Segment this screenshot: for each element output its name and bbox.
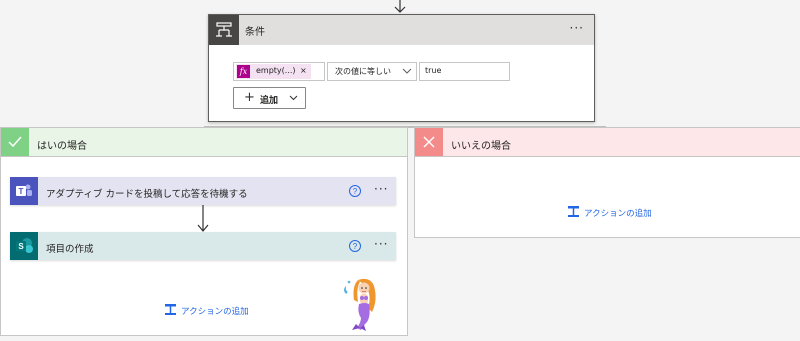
help-icon[interactable]: ?: [348, 184, 362, 198]
add-action-label: アクションの追加: [584, 209, 652, 219]
condition-right-operand[interactable]: true: [419, 62, 510, 81]
yes-branch-title: はいの場合: [37, 141, 87, 152]
chevron-down-icon: [289, 95, 298, 101]
svg-text:S: S: [18, 242, 24, 251]
check-icon: [1, 128, 29, 156]
add-row-label: 追加: [260, 96, 279, 106]
condition-icon: [209, 15, 239, 45]
condition-title: 条件: [245, 27, 265, 38]
operator-label: 次の値に等しい: [335, 67, 391, 76]
expression-token[interactable]: fx empty(...) ×: [236, 64, 311, 79]
add-row-button[interactable]: + 追加: [233, 87, 306, 109]
yes-branch-header[interactable]: はいの場合: [1, 128, 407, 157]
add-action-button[interactable]: アクションの追加: [567, 204, 657, 220]
condition-header[interactable]: 条件 ···: [209, 15, 594, 45]
remove-token-button[interactable]: ×: [300, 66, 307, 75]
close-icon: [415, 128, 443, 156]
svg-text:?: ?: [353, 187, 358, 196]
svg-text:T: T: [19, 187, 24, 196]
add-action-label: アクションの追加: [181, 307, 249, 317]
action-title: 項目の作成: [46, 244, 94, 255]
condition-card[interactable]: 条件 ··· fx empty(...) × 次の値に等しい true + 追加: [208, 14, 595, 122]
condition-value: true: [425, 66, 442, 75]
operator-dropdown[interactable]: 次の値に等しい: [327, 62, 417, 81]
teams-icon: T: [10, 177, 38, 205]
condition-left-operand[interactable]: fx empty(...) ×: [233, 62, 325, 81]
more-options-button[interactable]: ···: [570, 21, 584, 35]
function-icon: fx: [237, 65, 250, 78]
down-arrow-icon: [394, 0, 406, 13]
no-branch-panel: いいえの場合: [414, 127, 800, 238]
sharepoint-icon: S: [10, 232, 38, 260]
plus-icon: +: [244, 90, 255, 105]
expression-token-label: empty(...): [256, 66, 296, 75]
help-icon[interactable]: ?: [348, 239, 362, 253]
more-options-button[interactable]: ···: [374, 237, 388, 251]
no-branch-header[interactable]: いいえの場合: [415, 128, 800, 157]
action-title: アダプティブ カードを投稿して応答を待機する: [46, 189, 248, 200]
more-options-button[interactable]: ···: [374, 182, 388, 196]
add-action-icon: [568, 206, 579, 217]
no-branch-title: いいえの場合: [451, 141, 511, 152]
svg-text:?: ?: [353, 242, 358, 251]
mermaid-illustration: [344, 278, 376, 331]
action-card-adaptive-card[interactable]: T アダプティブ カードを投稿して応答を待機する ? ···: [10, 177, 396, 205]
down-arrow-icon: [197, 205, 209, 232]
action-card-create-item[interactable]: S 項目の作成 ? ···: [10, 232, 396, 260]
add-action-icon: [165, 304, 176, 315]
chevron-down-icon: [402, 68, 412, 74]
add-action-button[interactable]: アクションの追加: [164, 302, 254, 318]
